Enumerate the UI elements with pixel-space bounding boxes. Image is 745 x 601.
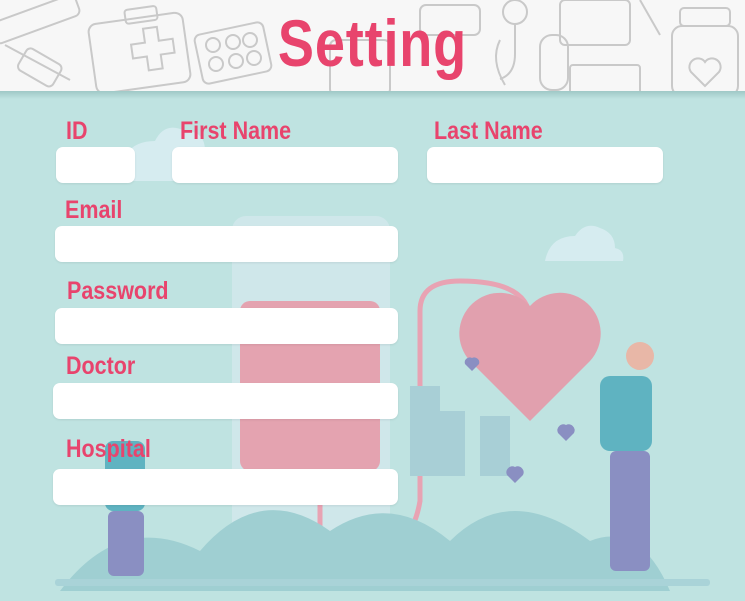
heart-bottle-icon	[671, 7, 739, 91]
id-label: ID	[66, 117, 88, 145]
first-name-field[interactable]	[172, 147, 398, 183]
first-name-label: First Name	[180, 117, 292, 145]
page-title: Setting	[277, 6, 468, 80]
email-label: Email	[65, 196, 123, 224]
last-name-field[interactable]	[427, 147, 663, 183]
hospital-label: Hospital	[66, 435, 151, 463]
email-field[interactable]	[55, 226, 398, 262]
hospital-field[interactable]	[53, 469, 398, 505]
heart-icon	[459, 292, 601, 421]
doctor-field[interactable]	[53, 383, 398, 419]
password-label: Password	[67, 277, 169, 305]
id-field[interactable]	[56, 147, 135, 183]
password-field[interactable]	[55, 308, 398, 344]
cloud-icon	[545, 225, 624, 261]
last-name-label: Last Name	[434, 117, 543, 145]
header-banner: Setting	[0, 0, 745, 91]
doctor-label: Doctor	[66, 352, 136, 380]
